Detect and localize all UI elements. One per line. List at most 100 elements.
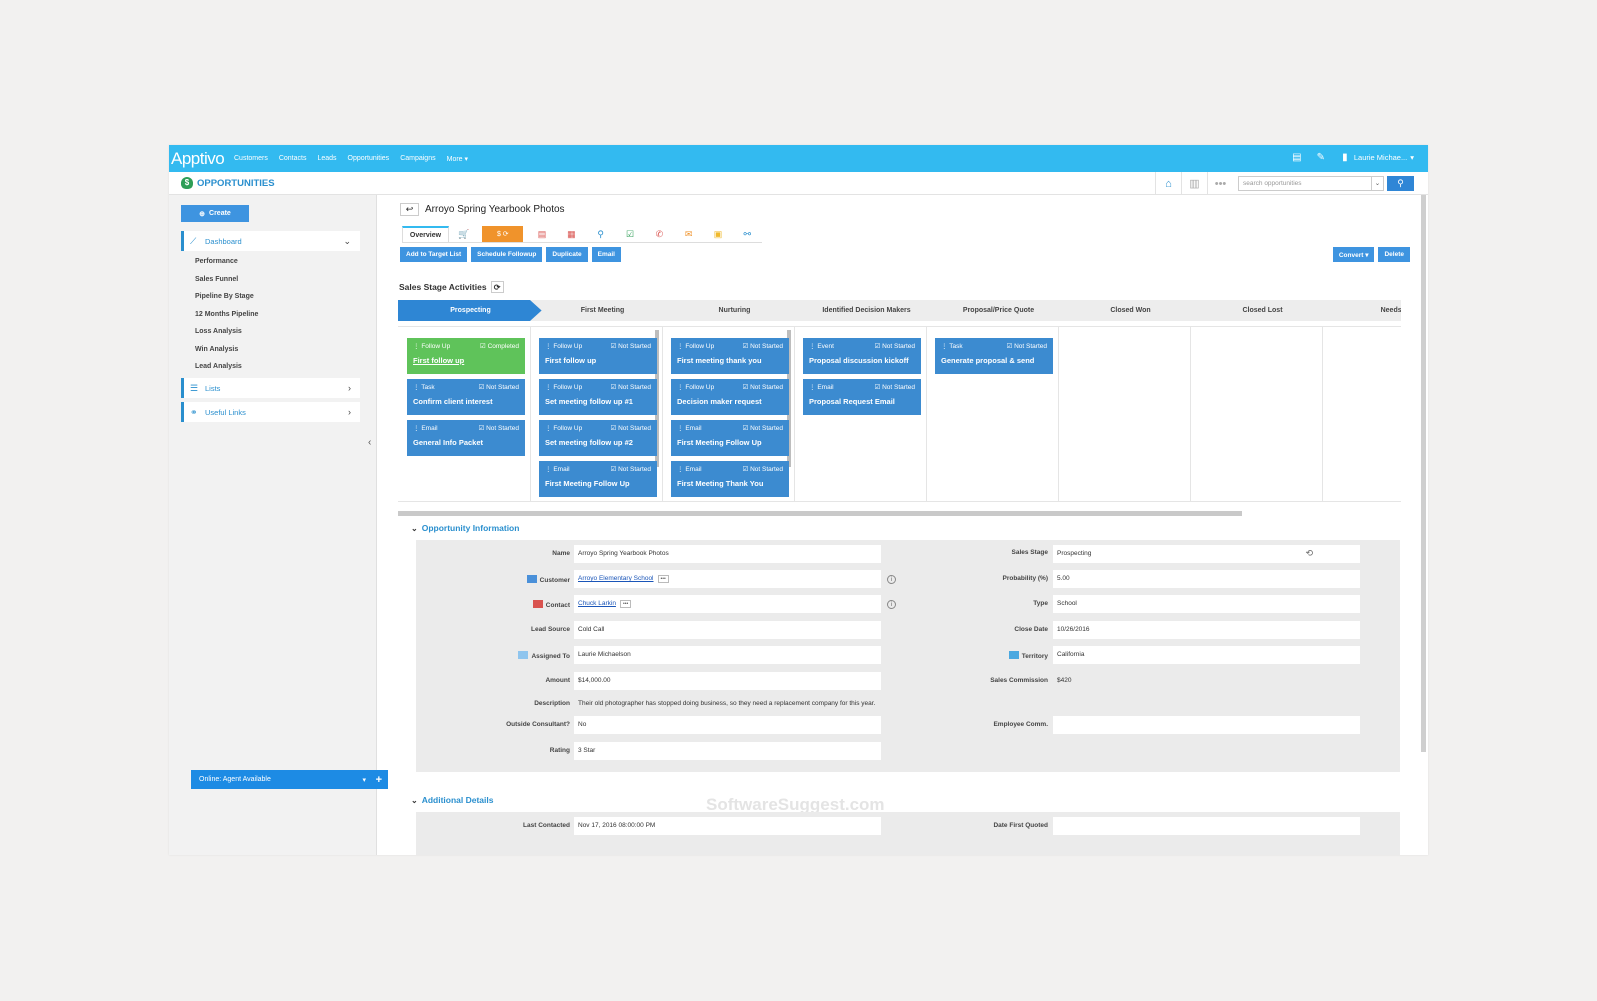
card-title[interactable]: First meeting thank you [677, 356, 783, 365]
section-opportunity-information[interactable]: ⌄ Opportunity Information [411, 523, 519, 533]
activity-card[interactable]: ⋮ Follow Up ☑ Not Started Set meeting foll… [539, 420, 657, 456]
sidebar-item-lists[interactable]: ☰ Lists › [181, 378, 360, 398]
card-title[interactable]: Set meeting follow up #2 [545, 438, 651, 447]
date-first-quoted-field[interactable] [1053, 817, 1360, 835]
card-title[interactable]: Proposal discussion kickoff [809, 356, 915, 365]
link-12-months-pipeline[interactable]: 12 Months Pipeline [195, 311, 258, 329]
link-performance[interactable]: Performance [195, 258, 258, 276]
task-icon[interactable]: ☑ [615, 226, 644, 242]
section-additional-details[interactable]: ⌄ Additional Details [411, 795, 494, 805]
stage-prospecting[interactable]: Prospecting [398, 300, 543, 321]
customer-link[interactable]: Arroyo Elementary School [578, 575, 654, 582]
link-win-analysis[interactable]: Win Analysis [195, 346, 258, 364]
card-title[interactable]: Proposal Request Email [809, 397, 915, 406]
more-options-icon[interactable]: ••• [619, 600, 632, 608]
user-menu[interactable]: Laurie Michae... [1354, 153, 1407, 162]
home-icon[interactable]: ⌂ [1155, 172, 1181, 195]
card-status[interactable]: ☑ Not Started [742, 465, 783, 473]
type-field[interactable]: School [1053, 595, 1360, 613]
bar-chart-icon[interactable]: ▥ [1181, 172, 1207, 195]
add-to-target-list-button[interactable]: Add to Target List [400, 247, 468, 262]
delete-button[interactable]: Delete [1378, 247, 1410, 262]
lead-source-field[interactable]: Cold Call [574, 621, 881, 639]
create-button[interactable]: ⊕ Create [181, 205, 249, 222]
apptivo-logo[interactable]: Apptivo [171, 149, 231, 169]
activity-card[interactable]: ⋮ Email ☑ Not Started First Meeting Thank … [671, 461, 789, 497]
back-button[interactable]: ↩ [400, 203, 419, 216]
tab-overview[interactable]: Overview [402, 226, 449, 242]
info-icon[interactable]: i [887, 575, 896, 584]
pin-icon[interactable]: ⚲ [586, 226, 615, 242]
activity-card[interactable]: ⋮ Follow Up ☑ Not Started First follow up [539, 338, 657, 374]
card-title[interactable]: Generate proposal & send [941, 356, 1047, 365]
card-status[interactable]: ☑ Not Started [874, 342, 915, 350]
calendar-icon[interactable]: ▦ [557, 226, 586, 242]
card-title[interactable]: Confirm client interest [413, 397, 519, 406]
card-title[interactable]: First Meeting Follow Up [545, 479, 651, 488]
card-title[interactable]: Decision maker request [677, 397, 783, 406]
rating-field[interactable]: 3 Star [574, 742, 881, 760]
nav-campaigns[interactable]: Campaigns [400, 155, 435, 163]
activity-card[interactable]: ⋮ Follow Up ☑ Not Started Decision maker r… [671, 379, 789, 415]
card-status[interactable]: ☑ Not Started [478, 424, 519, 432]
stage-nurturing[interactable]: Nurturing [662, 300, 807, 321]
card-title[interactable]: First follow up [413, 356, 519, 365]
activity-card[interactable]: ⋮ Follow Up ☑ Not Started First meeting th… [671, 338, 789, 374]
card-status[interactable]: ☑ Not Started [610, 424, 651, 432]
stage-identified-decision-makers[interactable]: Identified Decision Makers [794, 300, 939, 321]
description-field[interactable]: Their old photographer has stopped doing… [574, 695, 1361, 713]
agent-status-bar[interactable]: Online: Agent Available ▾ + [191, 770, 388, 789]
link-sales-funnel[interactable]: Sales Funnel [195, 276, 258, 294]
activity-card[interactable]: ⋮ Follow Up ☑ Completed First follow up [407, 338, 525, 374]
customer-field[interactable]: Arroyo Elementary School ••• [574, 570, 881, 588]
attachment-icon[interactable]: ⚯ [733, 226, 762, 242]
last-contacted-field[interactable]: Nov 17, 2016 08:00:00 PM [574, 817, 881, 835]
tab-sales-icon[interactable]: $ ⟳ [482, 226, 524, 242]
activity-card[interactable]: ⋮ Email ☑ Not Started General Info Packet [407, 420, 525, 456]
search-button[interactable]: ⚲ [1387, 176, 1414, 191]
sidebar-item-dashboard[interactable]: ⟋ Dashboard ⌄ [181, 231, 360, 251]
email-button[interactable]: Email [591, 247, 621, 262]
collapse-sidebar-icon[interactable]: ‹ [368, 437, 371, 448]
activity-card[interactable]: ⋮ Follow Up ☑ Not Started Set meeting foll… [539, 379, 657, 415]
store-icon[interactable]: ▤ [1291, 151, 1303, 163]
stage-closed-lost[interactable]: Closed Lost [1190, 300, 1335, 321]
close-date-field[interactable]: 10/26/2016 [1053, 621, 1360, 639]
assigned-to-field[interactable]: Laurie Michaelson [574, 646, 881, 664]
stage-closed-won[interactable]: Closed Won [1058, 300, 1203, 321]
sidebar-item-useful-links[interactable]: ⚭ Useful Links › [181, 402, 360, 422]
info-icon[interactable]: i [887, 600, 896, 609]
sales-stage-field[interactable]: Prospecting ⟲ [1053, 545, 1360, 563]
nav-customers[interactable]: Customers [234, 155, 268, 163]
activity-card[interactable]: ⋮ Task ☑ Not Started Confirm client intere… [407, 379, 525, 415]
probability-field[interactable]: 5.00 [1053, 570, 1360, 588]
convert-button[interactable]: Convert ▾ [1332, 247, 1375, 262]
history-icon[interactable]: ⟲ [1305, 548, 1313, 559]
link-loss-analysis[interactable]: Loss Analysis [195, 328, 258, 346]
amount-field[interactable]: $14,000.00 [574, 672, 881, 690]
card-status[interactable]: ☑ Not Started [874, 383, 915, 391]
card-status[interactable]: ☑ Completed [480, 342, 519, 350]
nav-leads[interactable]: Leads [317, 155, 336, 163]
nav-opportunities[interactable]: Opportunities [348, 155, 390, 163]
card-status[interactable]: ☑ Not Started [742, 424, 783, 432]
contact-link[interactable]: Chuck Larkin [578, 600, 616, 607]
territory-field[interactable]: California [1053, 646, 1360, 664]
outside-consultant-field[interactable]: No [574, 716, 881, 734]
link-pipeline-by-stage[interactable]: Pipeline By Stage [195, 293, 258, 311]
wrench-icon[interactable]: ✎ [1315, 151, 1327, 163]
card-status[interactable]: ☑ Not Started [610, 342, 651, 350]
schedule-followup-button[interactable]: Schedule Followup [471, 247, 543, 262]
refresh-icon[interactable]: ⟳ [490, 281, 504, 293]
more-options-icon[interactable]: ••• [657, 575, 669, 583]
nav-contacts[interactable]: Contacts [279, 155, 307, 163]
activity-card[interactable]: ⋮ Event ☑ Not Started Proposal discussion … [803, 338, 921, 374]
duplicate-button[interactable]: Duplicate [546, 247, 588, 262]
activity-card[interactable]: ⋮ Email ☑ Not Started Proposal Request Ema… [803, 379, 921, 415]
chevron-down-icon[interactable]: ▾ [362, 776, 366, 784]
activity-card[interactable]: ⋮ Email ☑ Not Started First Meeting Follow… [671, 420, 789, 456]
card-status[interactable]: ☑ Not Started [610, 383, 651, 391]
card-status[interactable]: ☑ Not Started [1006, 342, 1047, 350]
cart-icon[interactable]: 🛒 [449, 226, 478, 242]
more-dots-icon[interactable]: ••• [1207, 172, 1233, 195]
